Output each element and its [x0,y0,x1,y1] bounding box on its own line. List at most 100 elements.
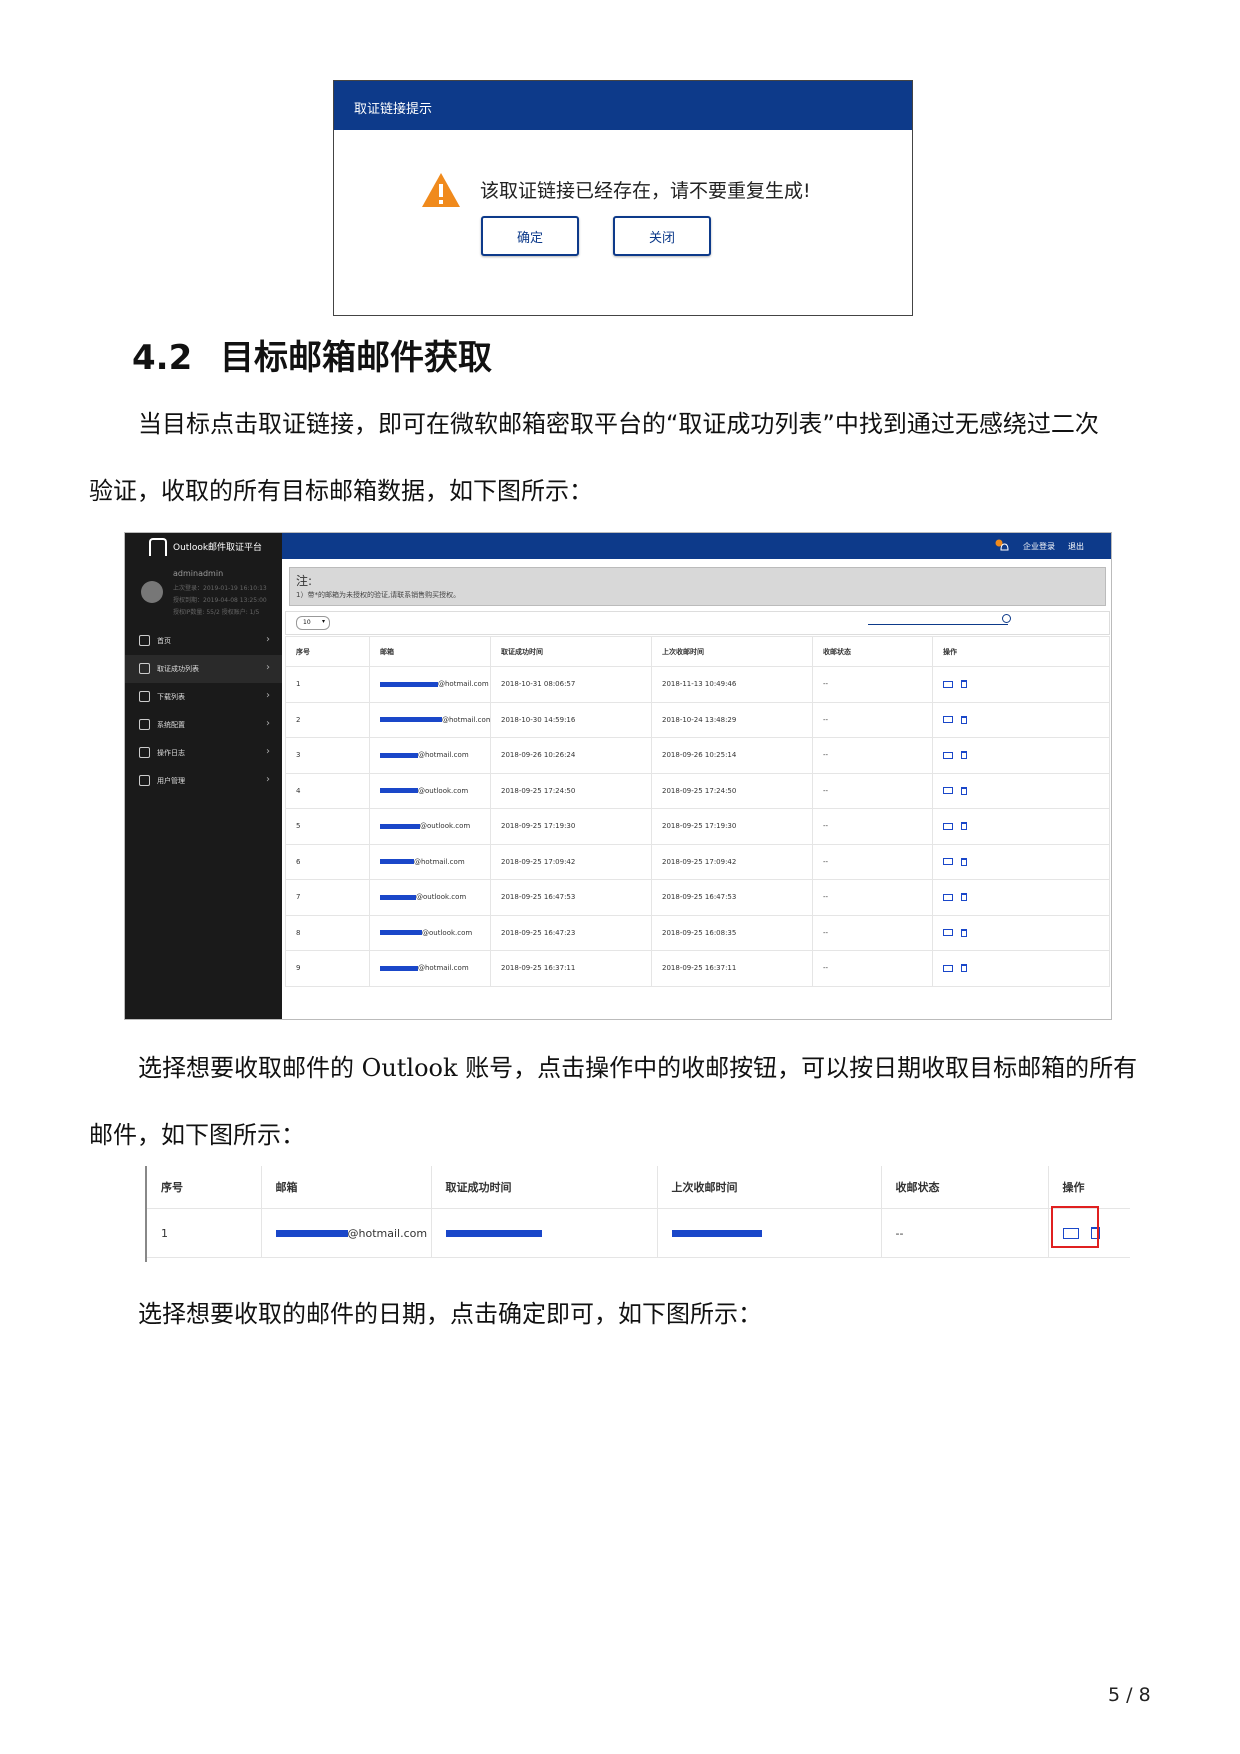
bell-icon[interactable] [995,538,1009,552]
avatar [141,581,163,603]
list-icon [139,663,150,674]
admin-panel-screenshot: Outlook邮件取证平台 adminadmin 上次登录：2019-01-19… [124,532,1112,1020]
row-email: @outlook.com [369,772,491,809]
table-row: 7 @outlook.com 2018-09-25 16:47:53 2018-09-… [285,879,1110,916]
close-button[interactable]: 关闭 [613,216,711,256]
row-last-time: 2018-11-13 10:49:46 [651,666,813,703]
note-text: 1）带*的邮箱为未授权的验证,请联系销售购买授权。 [296,591,461,599]
column-header: 操作 [1047,1166,1130,1209]
logout-link[interactable]: 退出 [1068,541,1084,552]
trash-icon[interactable] [961,786,967,795]
row-status: -- [812,737,933,774]
trash-icon[interactable] [961,928,967,937]
redaction-bar [380,752,418,758]
column-header: 上次收邮时间 [651,636,813,667]
redaction-bar [380,788,418,794]
row-success-time: 2018-09-26 10:26:24 [490,737,652,774]
trash-icon[interactable] [961,822,967,831]
row-ops [932,666,1110,703]
row-email: @outlook.com [369,914,491,951]
row-status: -- [812,772,933,809]
sidebar-item-success-list[interactable]: 取证成功列表 › [125,655,282,683]
success-list-table: 序号 邮箱 取证成功时间 上次收邮时间 收邮状态 操作 1 @hotmail.co… [285,636,1110,987]
trash-icon[interactable] [961,893,967,902]
note-box: 注: 1）带*的邮箱为未授权的验证,请联系销售购买授权。 [289,567,1106,606]
row-success-time [430,1208,657,1258]
row-email: @outlook.com [369,879,491,916]
row-status: -- [812,879,933,916]
sidebar-item-users[interactable]: 用户管理 › [125,767,282,795]
sidebar-item-logs[interactable]: 操作日志 › [125,739,282,767]
sidebar-item-settings[interactable]: 系统配置 › [125,711,282,739]
email-domain: @outlook.com [418,786,469,795]
table-row: 3 @hotmail.com 2018-09-26 10:26:24 2018-09-… [285,737,1110,774]
home-icon [139,635,150,646]
user-last-login: 上次登录：2019-01-19 16:10:13 [173,585,267,592]
sidebar-item-label: 首页 [157,637,171,645]
duplicate-link-dialog: 取证链接提示 该取证链接已经存在，请不要重复生成! 确定 关闭 [333,80,913,316]
redaction-bar [380,681,438,687]
row-id: 8 [285,914,370,951]
column-header: 收邮状态 [812,636,933,667]
row-id: 4 [285,772,370,809]
receive-mail-icon[interactable] [943,680,953,688]
trash-icon[interactable] [961,680,967,689]
trash-icon[interactable] [961,964,967,973]
table-header-row: 序号 邮箱 取证成功时间 上次收邮时间 收邮状态 操作 [285,636,1110,667]
email-domain: @outlook.com [422,928,473,937]
email-domain: @hotmail.com [418,751,469,760]
section-title: 目标邮箱邮件获取 [220,338,492,378]
receive-mail-icon[interactable] [943,929,953,937]
row-status: -- [812,914,933,951]
row-id: 1 [147,1208,261,1258]
section-heading: 4.2 目标邮箱邮件获取 [132,330,492,379]
row-last-time: 2018-09-26 10:25:14 [651,737,813,774]
chevron-right-icon: › [266,746,270,757]
row-status: -- [812,701,933,738]
row-status: -- [812,808,933,845]
search-input[interactable] [868,624,1008,625]
search-icon[interactable] [1002,614,1011,623]
paragraph-1-line-2: 验证，收取的所有目标邮箱数据，如下图所示： [89,477,593,505]
paragraph-2-text-b: 账号，点击操作中的收邮按钮，可以按日期收取目标邮箱的所有 [465,1054,1138,1082]
row-email: @hotmail.com [369,701,491,738]
row-last-time: 2018-10-24 13:48:29 [651,701,813,738]
log-icon [139,747,150,758]
receive-mail-icon[interactable] [943,893,953,901]
confirm-button[interactable]: 确定 [481,216,579,256]
section-number: 4.2 [132,338,193,378]
row-ops [932,879,1110,916]
column-header: 序号 [147,1166,261,1209]
table-row: 2 @hotmail.com 2018-10-30 14:59:16 2018-10-… [285,701,1110,738]
receive-mail-icon[interactable] [943,716,953,724]
row-status: -- [812,950,933,987]
sidebar-item-downloads[interactable]: 下载列表 › [125,683,282,711]
receive-mail-icon[interactable] [943,822,953,830]
page-size-select[interactable]: 10 ▾ [296,616,330,630]
row-last-time: 2018-09-25 17:24:50 [651,772,813,809]
trash-icon[interactable] [961,751,967,760]
trash-icon[interactable] [961,715,967,724]
platform-brand: Outlook邮件取证平台 [173,543,263,553]
email-domain: @hotmail.com [442,715,491,724]
row-ops [932,701,1110,738]
trash-icon[interactable] [961,857,967,866]
receive-mail-icon[interactable] [943,858,953,866]
receive-mail-icon[interactable] [943,964,953,972]
sidebar-item-home[interactable]: 首页 › [125,627,282,655]
platform-logo-icon [149,538,167,556]
table-row: 8 @outlook.com 2018-09-25 16:47:23 2018-09-… [285,914,1110,951]
page-number: 5 / 8 [1108,1684,1151,1706]
receive-mail-icon[interactable] [943,751,953,759]
table-row: 1 @hotmail.com 2018-10-31 08:06:57 2018-11-… [285,666,1110,703]
row-ops [932,808,1110,845]
enterprise-login-link[interactable]: 企业登录 [1023,541,1055,552]
row-email: @hotmail.com [369,950,491,987]
user-license-count: 授权IP数量: 55/2 授权账户: 1/5 [173,609,260,616]
row-id: 5 [285,808,370,845]
row-ops [932,914,1110,951]
table-row: 5 @outlook.com 2018-09-25 17:19:30 2018-09-… [285,808,1110,845]
warning-icon [420,171,462,209]
receive-mail-icon[interactable] [943,787,953,795]
row-email: @hotmail.com [369,737,491,774]
